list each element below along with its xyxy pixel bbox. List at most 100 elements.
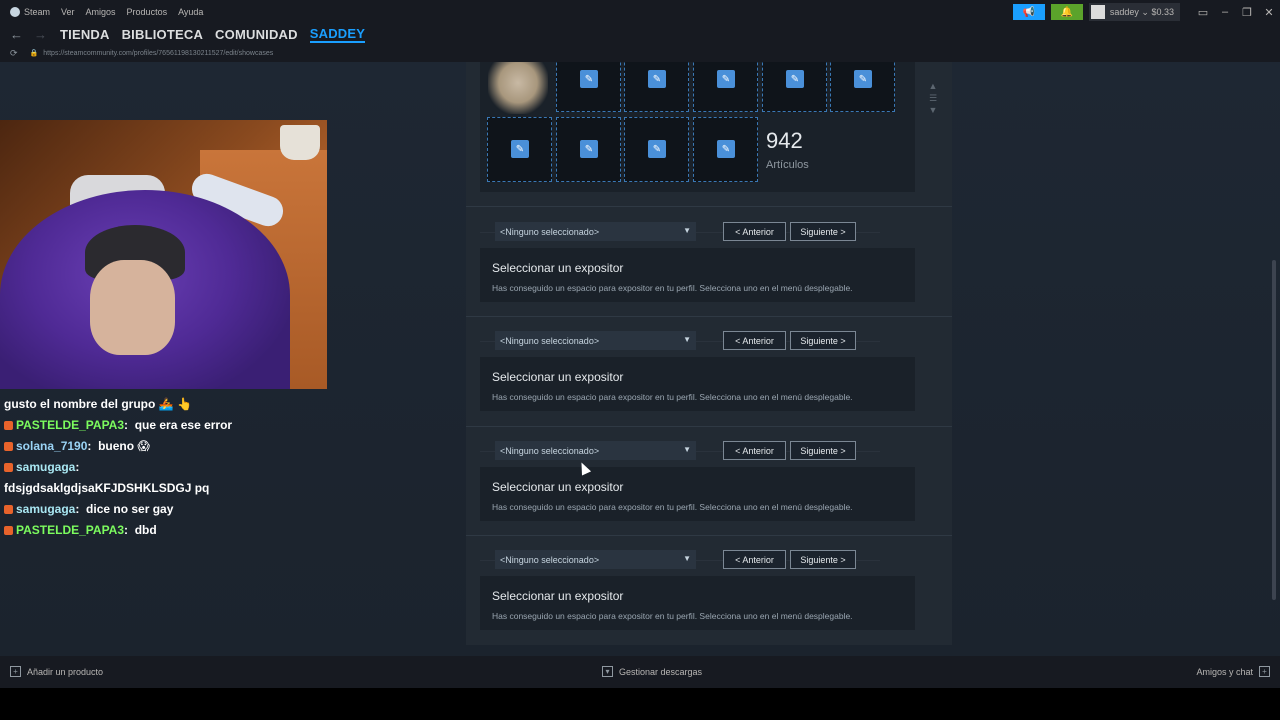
menu-ver[interactable]: Ver	[61, 7, 75, 17]
item-slot[interactable]: ✎	[556, 117, 621, 182]
divider	[466, 206, 952, 207]
chat-message: fdsjgdsaklgdjsaKFJDSHKLSDGJ pq	[4, 478, 334, 499]
prev-button[interactable]: < Anterior	[723, 550, 786, 569]
edit-icon: ✎	[580, 140, 598, 158]
divider	[466, 535, 952, 536]
chat-icon: +	[1259, 666, 1270, 677]
chat-text: dice no ser gay	[86, 502, 174, 516]
drag-handle-icon[interactable]: ☰	[926, 92, 940, 104]
cat-item-image[interactable]	[488, 62, 548, 114]
chevron-down-icon: ▼	[683, 335, 691, 344]
webcam-overlay	[0, 120, 327, 389]
manage-downloads-label: Gestionar descargas	[619, 666, 703, 677]
edit-icon: ✎	[648, 140, 666, 158]
next-button[interactable]: Siguiente >	[790, 331, 856, 350]
manage-downloads-button[interactable]: ▾ Gestionar descargas	[602, 666, 702, 677]
edit-icon: ✎	[786, 70, 804, 88]
item-slot[interactable]: ✎	[487, 117, 552, 182]
friends-chat-label: Amigos y chat	[1196, 666, 1253, 677]
edit-icon: ✎	[717, 70, 735, 88]
item-slot[interactable]: ✎	[693, 117, 758, 182]
item-slot[interactable]: ✎	[830, 62, 895, 112]
forward-arrow-icon[interactable]: →	[34, 27, 48, 42]
lock-icon: 🔒	[29, 50, 39, 57]
reorder-controls[interactable]: ▲ ☰ ▼	[926, 80, 940, 116]
next-button[interactable]: Siguiente >	[790, 222, 856, 241]
showcase-description: Has conseguido un espacio para expositor…	[492, 283, 853, 293]
showcase-select[interactable]: <Ninguno seleccionado> ▼	[495, 550, 696, 569]
notifications-button[interactable]: 🔔	[1050, 4, 1083, 20]
chat-text: gusto el nombre del grupo 🚣 👆	[4, 397, 192, 411]
webcam-plant	[280, 125, 320, 160]
showcase-box: Seleccionar un expositor Has conseguido …	[480, 467, 915, 521]
select-value: <Ninguno seleccionado>	[500, 227, 600, 237]
badge-icon	[4, 442, 13, 452]
item-slot[interactable]: ✎	[556, 62, 621, 112]
menu-ayuda[interactable]: Ayuda	[178, 7, 203, 17]
close-icon[interactable]: ✕	[1258, 6, 1280, 19]
nav-tienda[interactable]: TIENDA	[60, 27, 110, 42]
prev-button[interactable]: < Anterior	[723, 331, 786, 350]
top-right-controls: 📢 🔔 saddey ⌄ $0.33 ▭ – ❐ ✕	[1012, 3, 1280, 21]
nav-biblioteca[interactable]: BIBLIOTECA	[122, 27, 203, 42]
bell-icon: 🔔	[1060, 6, 1074, 18]
showcase-select[interactable]: <Ninguno seleccionado> ▼	[495, 331, 696, 350]
chat-username: PASTELDE_PAPA3	[16, 523, 125, 537]
next-button[interactable]: Siguiente >	[790, 441, 856, 460]
showcase-title: Seleccionar un expositor	[492, 480, 624, 494]
minimize-icon[interactable]: –	[1214, 6, 1236, 18]
account-menu[interactable]: saddey ⌄ $0.33	[1088, 3, 1180, 21]
avatar	[1090, 5, 1105, 19]
chat-username: PASTELDE_PAPA3	[16, 418, 125, 432]
chat-text: fdsjgdsaklgdjsaKFJDSHKLSDGJ pq	[4, 481, 210, 495]
prev-button[interactable]: < Anterior	[723, 222, 786, 241]
edit-icon: ✎	[854, 70, 872, 88]
move-up-icon[interactable]: ▲	[926, 80, 940, 92]
showcase-title: Seleccionar un expositor	[492, 261, 624, 275]
edit-icon: ✎	[648, 70, 666, 88]
nav-bar: ← → TIENDA BIBLIOTECA COMUNIDAD SADDEY	[0, 24, 1280, 44]
chevron-down-icon: ▼	[683, 554, 691, 563]
nav-saddey[interactable]: SADDEY	[309, 26, 366, 43]
item-slot[interactable]: ✎	[693, 62, 758, 112]
item-count-label: Artículos	[766, 159, 809, 171]
move-down-icon[interactable]: ▼	[926, 104, 940, 116]
add-product-label: Añadir un producto	[27, 666, 104, 677]
add-product-button[interactable]: + Añadir un producto	[10, 666, 103, 677]
divider	[466, 316, 952, 317]
maximize-icon[interactable]: ❐	[1236, 6, 1258, 19]
account-label: saddey ⌄ $0.33	[1109, 6, 1174, 17]
announcements-button[interactable]: 📢	[1012, 4, 1045, 20]
chat-message: PASTELDE_PAPA3: dbd	[4, 520, 334, 541]
item-slot[interactable]: ✎	[624, 62, 689, 112]
menu-steam[interactable]: Steam	[24, 7, 50, 17]
back-arrow-icon[interactable]: ←	[10, 27, 24, 42]
item-slot[interactable]: ✎	[624, 117, 689, 182]
showcase-controls: <Ninguno seleccionado> ▼ < Anterior Sigui…	[480, 441, 880, 461]
webcam-face	[90, 260, 175, 355]
chat-message: gusto el nombre del grupo 🚣 👆	[4, 394, 334, 415]
chat-message: solana_7190: bueno 😱	[4, 436, 334, 457]
url-bar: ⟳ 🔒 https://steamcommunity.com/profiles/…	[0, 44, 1280, 62]
showcase-title: Seleccionar un expositor	[492, 589, 624, 603]
menu-amigos[interactable]: Amigos	[86, 7, 116, 17]
item-slot[interactable]: ✎	[762, 62, 827, 112]
showcase-select[interactable]: <Ninguno seleccionado> ▼	[495, 441, 696, 460]
next-button[interactable]: Siguiente >	[790, 550, 856, 569]
prev-button[interactable]: < Anterior	[723, 441, 786, 460]
nav-comunidad[interactable]: COMUNIDAD	[215, 27, 298, 42]
page-scrollbar[interactable]	[1272, 260, 1276, 600]
chevron-down-icon: ▼	[683, 445, 691, 454]
showcase-description: Has conseguido un espacio para expositor…	[492, 611, 853, 621]
reload-icon[interactable]: ⟳	[10, 48, 18, 59]
edit-icon: ✎	[511, 140, 529, 158]
select-value: <Ninguno seleccionado>	[500, 446, 600, 456]
bottom-bar: + Añadir un producto ▾ Gestionar descarg…	[0, 656, 1280, 688]
showcase-controls: <Ninguno seleccionado> ▼ < Anterior Sigui…	[480, 331, 880, 351]
friends-chat-button[interactable]: Amigos y chat +	[1196, 666, 1270, 677]
url-text[interactable]: https://steamcommunity.com/profiles/7656…	[43, 50, 273, 57]
chat-message: samugaga:	[4, 457, 334, 478]
bigpicture-icon[interactable]: ▭	[1192, 6, 1214, 19]
menu-productos[interactable]: Productos	[127, 7, 168, 17]
showcase-select[interactable]: <Ninguno seleccionado> ▼	[495, 222, 696, 241]
